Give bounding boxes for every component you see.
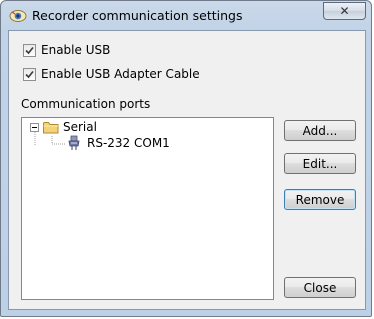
- folder-icon: [43, 121, 59, 134]
- collapse-toggle-icon[interactable]: [30, 122, 39, 132]
- tree-node-rs232-com1[interactable]: RS-232 COM1: [66, 135, 170, 151]
- window-close-button[interactable]: ✕: [323, 2, 366, 20]
- add-button[interactable]: Add...: [284, 120, 356, 141]
- remove-button[interactable]: Remove: [284, 189, 356, 210]
- tree-node-rs232-label[interactable]: RS-232 COM1: [87, 136, 170, 150]
- serial-port-icon: [66, 135, 82, 151]
- enable-usb-adapter-checkbox[interactable]: Enable USB Adapter Cable: [23, 67, 200, 81]
- enable-usb-checkbox[interactable]: Enable USB: [23, 43, 110, 57]
- close-button[interactable]: Close: [284, 277, 356, 298]
- checkbox-box[interactable]: [23, 67, 36, 81]
- close-icon: ✕: [339, 4, 350, 18]
- checkbox-box[interactable]: [23, 43, 36, 57]
- enable-usb-label[interactable]: Enable USB: [41, 43, 110, 57]
- ports-tree-view[interactable]: Serial RS-232 COM1: [21, 117, 274, 300]
- dialog-client-area: Enable USB Enable USB Adapter Cable Comm…: [8, 30, 366, 310]
- title-bar: Recorder communication settings ✕: [1, 1, 371, 31]
- recorder-app-icon: [9, 9, 27, 23]
- dialog-window: Recorder communication settings ✕ Enable…: [0, 0, 372, 317]
- tree-node-serial-label[interactable]: Serial: [63, 120, 97, 134]
- tree-node-serial[interactable]: Serial: [30, 120, 97, 134]
- communication-ports-label: Communication ports: [21, 97, 151, 111]
- window-title: Recorder communication settings: [32, 8, 243, 23]
- edit-button[interactable]: Edit...: [284, 153, 356, 174]
- enable-usb-adapter-label[interactable]: Enable USB Adapter Cable: [41, 67, 200, 81]
- checkmark-icon: [25, 46, 34, 54]
- checkmark-icon: [25, 70, 34, 78]
